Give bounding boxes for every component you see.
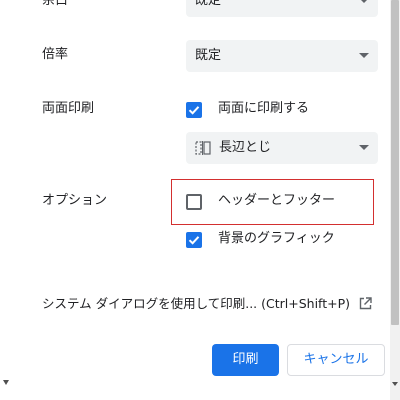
margins-value: 既定 — [195, 0, 222, 8]
scale-label: 倍率 — [42, 47, 69, 62]
background-graphics-checkbox[interactable] — [186, 232, 202, 248]
duplex-label: 両面印刷 — [42, 101, 95, 116]
background-graphics-label[interactable]: 背景のグラフィック — [218, 230, 335, 248]
headers-footers-label[interactable]: ヘッダーとフッター — [218, 192, 335, 210]
duplex-checkbox[interactable] — [186, 102, 202, 118]
scroll-arrow-down-icon[interactable] — [3, 380, 9, 385]
print-settings-panel: 余白 既定 倍率 既定 両面印刷 両面に印刷する 長辺とじ オプション ヘッダー… — [0, 0, 390, 400]
scale-select[interactable]: 既定 — [186, 40, 378, 72]
scroll-down-icon[interactable] — [392, 382, 398, 386]
print-button[interactable]: 印刷 — [212, 344, 279, 376]
scale-value: 既定 — [195, 48, 222, 63]
checkmark-icon — [188, 106, 200, 115]
margins-select[interactable]: 既定 — [186, 0, 378, 17]
open-in-new-icon[interactable] — [359, 297, 372, 310]
headers-footers-checkbox[interactable] — [186, 194, 202, 210]
chevron-down-icon — [359, 53, 369, 58]
duplex-flip-select[interactable]: 長辺とじ — [186, 132, 378, 164]
flip-long-edge-icon — [195, 141, 211, 155]
margins-label: 余白 — [42, 0, 69, 8]
scrollbar-thumb[interactable] — [391, 0, 399, 325]
duplex-checkbox-label[interactable]: 両面に印刷する — [218, 100, 309, 118]
cancel-button[interactable]: キャンセル — [287, 344, 385, 376]
chevron-down-icon — [359, 145, 369, 150]
options-label: オプション — [42, 193, 108, 208]
checkmark-icon — [188, 236, 200, 245]
chevron-down-icon — [359, 0, 369, 3]
scrollbar[interactable] — [390, 0, 400, 400]
system-dialog-link[interactable]: システム ダイアログを使用して印刷... (Ctrl+Shift+P) — [42, 295, 350, 313]
duplex-flip-value: 長辺とじ — [219, 140, 272, 155]
